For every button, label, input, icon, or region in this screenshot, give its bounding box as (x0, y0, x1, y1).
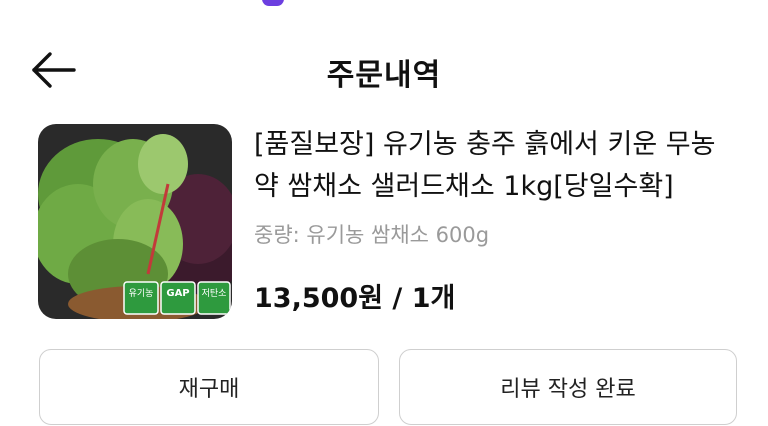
status-bar-right (638, 0, 738, 6)
badge-gap: GAP (166, 288, 189, 299)
status-bar-left (20, 0, 300, 6)
product-price: 13,500원 (254, 283, 384, 314)
product-name[interactable]: [품질보장] 유기농 충주 흙에서 키운 무농약 쌈채소 샐러드채소 1kg[당… (254, 124, 734, 208)
header: 주문내역 (0, 36, 768, 100)
rebuy-button[interactable]: 재구매 (39, 349, 379, 425)
page-title: 주문내역 (326, 58, 442, 93)
badge-organic: 유기농 (129, 288, 154, 299)
status-bar (0, 0, 768, 10)
price-separator: / (383, 283, 412, 314)
product-image[interactable]: 유기농 GAP 저탄소 (38, 124, 232, 319)
price-quantity: 13,500원 / 1개 (254, 276, 455, 315)
certification-badges: 유기농 GAP 저탄소 (123, 281, 231, 315)
badge-low-carbon: 저탄소 (202, 288, 227, 299)
review-complete-button[interactable]: 리뷰 작성 완료 (399, 349, 737, 425)
product-quantity: 1개 (411, 283, 456, 314)
product-option: 중량: 유기농 쌈채소 600g (254, 223, 490, 247)
